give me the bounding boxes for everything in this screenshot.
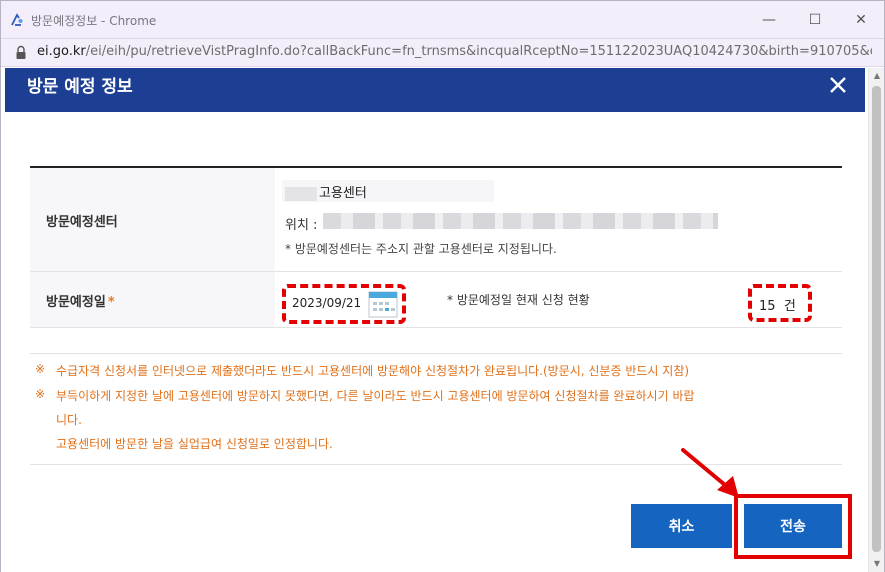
window-title: 방문예정정보 - Chrome	[31, 14, 157, 28]
url-host: ei.go.kr	[37, 44, 86, 59]
notice-line-3: 니다.	[56, 413, 82, 427]
lock-icon	[16, 45, 26, 59]
url-path: /ei/eih/pu/retrieveVistPragInfo.do?callB…	[85, 44, 872, 59]
redacted-text	[285, 186, 317, 201]
application-count: 15 건	[748, 284, 812, 322]
required-mark: *	[107, 295, 115, 310]
date-label: 방문예정일 *	[46, 291, 115, 310]
window-close-icon[interactable]: ✕	[851, 10, 871, 30]
date-label-text: 방문예정일	[46, 295, 106, 310]
scroll-thumb[interactable]	[872, 86, 881, 552]
browser-window: 방문예정정보 - Chrome — ☐ ✕ ei.go.kr/ei/eih/pu…	[0, 0, 885, 572]
notice-line-1: 수급자격 신청서를 인터넷으로 제출했더라도 반드시 고용센터에 방문해야 신청…	[56, 364, 690, 378]
minimize-icon[interactable]: —	[759, 10, 779, 30]
modal-title: 방문 예정 정보	[27, 77, 133, 97]
table-header-cell: 방문예정일 *	[30, 272, 275, 327]
notice-mark: ※	[35, 362, 46, 376]
scroll-up-icon[interactable]: ▲	[869, 68, 885, 84]
scroll-down-icon[interactable]: ▼	[869, 556, 885, 572]
date-field[interactable]: 2023/09/21	[282, 284, 406, 324]
url-text[interactable]: ei.go.kr/ei/eih/pu/retrieveVistPragInfo.…	[37, 44, 872, 59]
app-logo-icon	[11, 13, 23, 26]
count-value: 15	[759, 299, 776, 314]
visit-info-table: 방문예정센터 고용센터 위치 : * 방문예정센터는 주소지 관할 고용센터로 …	[30, 166, 842, 328]
center-label: 방문예정센터	[46, 215, 118, 230]
page-content: 방문 예정 정보 방문예정센터 고용센터 위치 : * 방문예정센터는 주소지 …	[1, 68, 884, 572]
cancel-button[interactable]: 취소	[631, 504, 732, 548]
address-bar[interactable]: ei.go.kr/ei/eih/pu/retrieveVistPragInfo.…	[1, 39, 884, 67]
notice-mark: ※	[35, 387, 46, 401]
center-note: * 방문예정센터는 주소지 관할 고용센터로 지정됩니다.	[285, 242, 557, 256]
count-unit: 건	[783, 299, 796, 314]
date-value[interactable]: 2023/09/21	[292, 296, 361, 310]
center-name: 고용센터	[285, 182, 367, 201]
count-text: 15 건	[759, 295, 796, 314]
table-row-date: 방문예정일 * 2023/09/21 * 방문예정일 현재 신청 현황 15 건	[30, 272, 842, 328]
notice-line-2: 부득이하게 지정한 날에 고용센터에 방문하지 못했다면, 다른 날이라도 반드…	[56, 389, 695, 403]
center-name-text: 고용센터	[319, 186, 367, 201]
close-icon[interactable]	[827, 74, 849, 96]
title-bar: 방문예정정보 - Chrome — ☐ ✕	[1, 1, 884, 39]
maximize-icon[interactable]: ☐	[805, 10, 825, 30]
calendar-icon[interactable]	[368, 290, 398, 318]
redacted-address	[323, 213, 718, 229]
modal-header: 방문 예정 정보	[5, 68, 865, 112]
table-row-center: 방문예정센터 고용센터 위치 : * 방문예정센터는 주소지 관할 고용센터로 …	[30, 168, 842, 272]
vertical-scrollbar[interactable]: ▲ ▼	[868, 68, 884, 572]
send-button[interactable]: 전송	[744, 504, 842, 548]
location-label: 위치 :	[285, 218, 318, 233]
notice-line-4: 고용센터에 방문한 날을 실업급여 신청일로 인정합니다.	[56, 437, 333, 451]
table-header-cell: 방문예정센터	[30, 168, 275, 271]
status-label: * 방문예정일 현재 신청 현황	[447, 293, 590, 307]
